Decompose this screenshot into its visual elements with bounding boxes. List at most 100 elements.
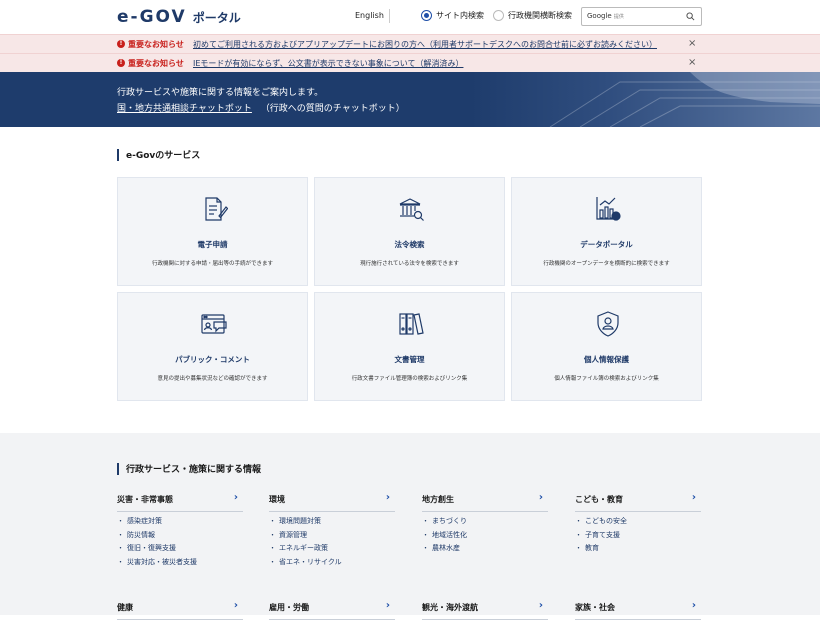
category-header[interactable]: 雇用・労働 ›: [269, 600, 395, 620]
site-header: e-GOV ポータル English サイト内検索 行政機関横断検索 Googl…: [0, 0, 820, 34]
radio-site-search-label: サイト内検索: [436, 11, 484, 20]
card-title: 電子申請: [197, 240, 228, 249]
list-item[interactable]: ・防災情報: [117, 530, 197, 544]
search-input[interactable]: Google 提供: [581, 7, 702, 26]
category-header[interactable]: こども・教育 ›: [575, 492, 701, 512]
chevron-right-icon[interactable]: ›: [539, 492, 543, 503]
hero-banner: 行政サービスや施策に関する情報をご案内します。 国・地方共通相談チャットボット …: [0, 72, 820, 127]
category-name: 災害・非常事態: [117, 495, 173, 504]
card-title: 個人情報保護: [584, 355, 629, 364]
card-title: パブリック・コメント: [175, 355, 250, 364]
service-card-privacy-protection[interactable]: 個人情報保護 個人情報ファイル簿の検索およびリンク集: [511, 292, 702, 401]
category-links: ・感染症対策 ・防災情報 ・復旧・復興支援 ・災害対応・被災者支援: [117, 516, 197, 570]
category-header[interactable]: 家族・社会 ›: [575, 600, 701, 620]
category-header[interactable]: 地方創生 ›: [422, 492, 548, 512]
notice-link[interactable]: 初めてご利用される方およびアプリアップデートにお困りの方へ（利用者サポートデスク…: [193, 39, 657, 50]
category-name: こども・教育: [575, 495, 623, 504]
chevron-right-icon[interactable]: ›: [234, 600, 238, 611]
category-name: 環境: [269, 495, 285, 504]
chatbot-link[interactable]: 国・地方共通相談チャットボット: [117, 104, 252, 114]
category-name: 地方創生: [422, 495, 454, 504]
list-item[interactable]: ・子育て支援: [575, 530, 627, 544]
title-accent-bar: [117, 148, 119, 161]
hero-chatbot-line: 国・地方共通相談チャットボット （行政への質問のチャットボット）: [117, 101, 405, 114]
service-card-document-management[interactable]: 文書管理 行政文書ファイル管理簿の検索およびリンク集: [314, 292, 505, 401]
close-icon[interactable]: ×: [688, 38, 696, 49]
hero-intro-text: 行政サービスや施策に関する情報をご案内します。: [117, 88, 324, 98]
search-placeholder: Google 提供: [587, 12, 624, 20]
service-card-data-portal[interactable]: データポータル 行政機関のオープンデータを横断的に検索できます: [511, 177, 702, 286]
close-icon[interactable]: ×: [688, 57, 696, 68]
service-card-public-comment[interactable]: パブリック・コメント 意見の提出や募集状況などの確認ができます: [117, 292, 308, 401]
category-name: 家族・社会: [575, 603, 615, 612]
notice-label: 重要なお知らせ: [128, 59, 184, 68]
browser-comment-icon: [201, 314, 227, 334]
alert-icon: !: [117, 59, 125, 67]
category-header[interactable]: 災害・非常事態 ›: [117, 492, 243, 512]
document-pen-icon: [205, 197, 228, 221]
chevron-right-icon[interactable]: ›: [386, 492, 390, 503]
chevron-right-icon[interactable]: ›: [234, 492, 238, 503]
card-desc: 行政機関に対する申請・届出等の手続ができます: [151, 261, 273, 267]
e-gov-logo[interactable]: e-GOV ポータル: [117, 7, 241, 27]
list-item[interactable]: ・環境問題対策: [269, 516, 342, 530]
policy-section: 行政サービス・施策に関する情報 災害・非常事態 › ・感染症対策 ・防災情報 ・…: [0, 433, 820, 620]
radio-checked-icon[interactable]: [421, 10, 432, 21]
list-item[interactable]: ・資源管理: [269, 530, 342, 544]
radio-site-search[interactable]: サイト内検索: [421, 10, 484, 21]
chatbot-desc: （行政への質問のチャットボット）: [260, 104, 405, 114]
chart-icon: [596, 197, 621, 221]
radio-cross-search-label: 行政機関横断検索: [508, 11, 572, 20]
category-name: 雇用・労働: [269, 603, 309, 612]
card-title: データポータル: [580, 240, 633, 249]
logo-portal-text: ポータル: [192, 10, 241, 25]
list-item[interactable]: ・地域活性化: [422, 530, 467, 544]
category-links: ・まちづくり ・地域活性化 ・農林水産: [422, 516, 467, 557]
building-search-icon: [399, 198, 424, 221]
list-item[interactable]: ・エネルギー政策: [269, 543, 342, 557]
category-header[interactable]: 観光・海外渡航 ›: [422, 600, 548, 620]
list-item[interactable]: ・教育: [575, 543, 627, 557]
hero-keyboard-image: [470, 72, 820, 127]
radio-cross-search[interactable]: 行政機関横断検索: [493, 10, 572, 21]
chevron-right-icon[interactable]: ›: [692, 492, 696, 503]
list-item[interactable]: ・まちづくり: [422, 516, 467, 530]
list-item[interactable]: ・災害対応・被災者支援: [117, 557, 197, 571]
card-title: 文書管理: [394, 355, 425, 364]
chevron-right-icon[interactable]: ›: [692, 600, 696, 611]
list-item[interactable]: ・農林水産: [422, 543, 467, 557]
notice-banner-2: ! 重要なお知らせ IEモードが有効にならず、公文書が表示できない事象について（…: [0, 53, 820, 72]
policy-title-text: 行政サービス・施策に関する情報: [126, 465, 262, 475]
chevron-right-icon[interactable]: ›: [539, 600, 543, 611]
radio-unchecked-icon[interactable]: [493, 10, 504, 21]
card-desc: 意見の提出や募集状況などの確認ができます: [157, 376, 268, 382]
list-item[interactable]: ・感染症対策: [117, 516, 197, 530]
category-name: 観光・海外渡航: [422, 603, 478, 612]
service-card-e-application[interactable]: 電子申請 行政機関に対する申請・届出等の手続ができます: [117, 177, 308, 286]
logo-mark: e-GOV: [117, 7, 187, 27]
search-icon[interactable]: [686, 12, 695, 21]
notice-label: 重要なお知らせ: [128, 40, 184, 49]
card-desc: 現行施行されている法令を検索できます: [360, 261, 459, 267]
list-item[interactable]: ・省エネ・リサイクル: [269, 557, 342, 571]
category-header[interactable]: 健康 ›: [117, 600, 243, 620]
chevron-right-icon[interactable]: ›: [386, 600, 390, 611]
card-desc: 行政文書ファイル管理簿の検索およびリンク集: [351, 376, 468, 382]
category-links: ・こどもの安全 ・子育て支援 ・教育: [575, 516, 627, 557]
card-title: 法令検索: [394, 240, 425, 249]
list-item[interactable]: ・復旧・復興支援: [117, 543, 197, 557]
category-header[interactable]: 環境 ›: [269, 492, 395, 512]
notice-banner-1: ! 重要なお知らせ 初めてご利用される方およびアプリアップデートにお困りの方へ（…: [0, 34, 820, 53]
policy-section-title: 行政サービス・施策に関する情報: [117, 462, 261, 475]
binders-icon: [399, 313, 424, 335]
services-section-title: e-Govのサービス: [117, 148, 200, 161]
service-card-law-search[interactable]: 法令検索 現行施行されている法令を検索できます: [314, 177, 505, 286]
card-desc: 行政機関のオープンデータを横断的に検索できます: [543, 261, 670, 267]
notice-link[interactable]: IEモードが有効にならず、公文書が表示できない事象について（解消済み）: [193, 58, 463, 69]
list-item[interactable]: ・こどもの安全: [575, 516, 627, 530]
title-accent-bar: [117, 462, 119, 475]
services-title-text: e-Govのサービス: [126, 151, 201, 161]
keyboard-illustration: [549, 72, 820, 127]
english-link[interactable]: English: [355, 11, 384, 20]
shield-person-icon: [597, 311, 619, 337]
